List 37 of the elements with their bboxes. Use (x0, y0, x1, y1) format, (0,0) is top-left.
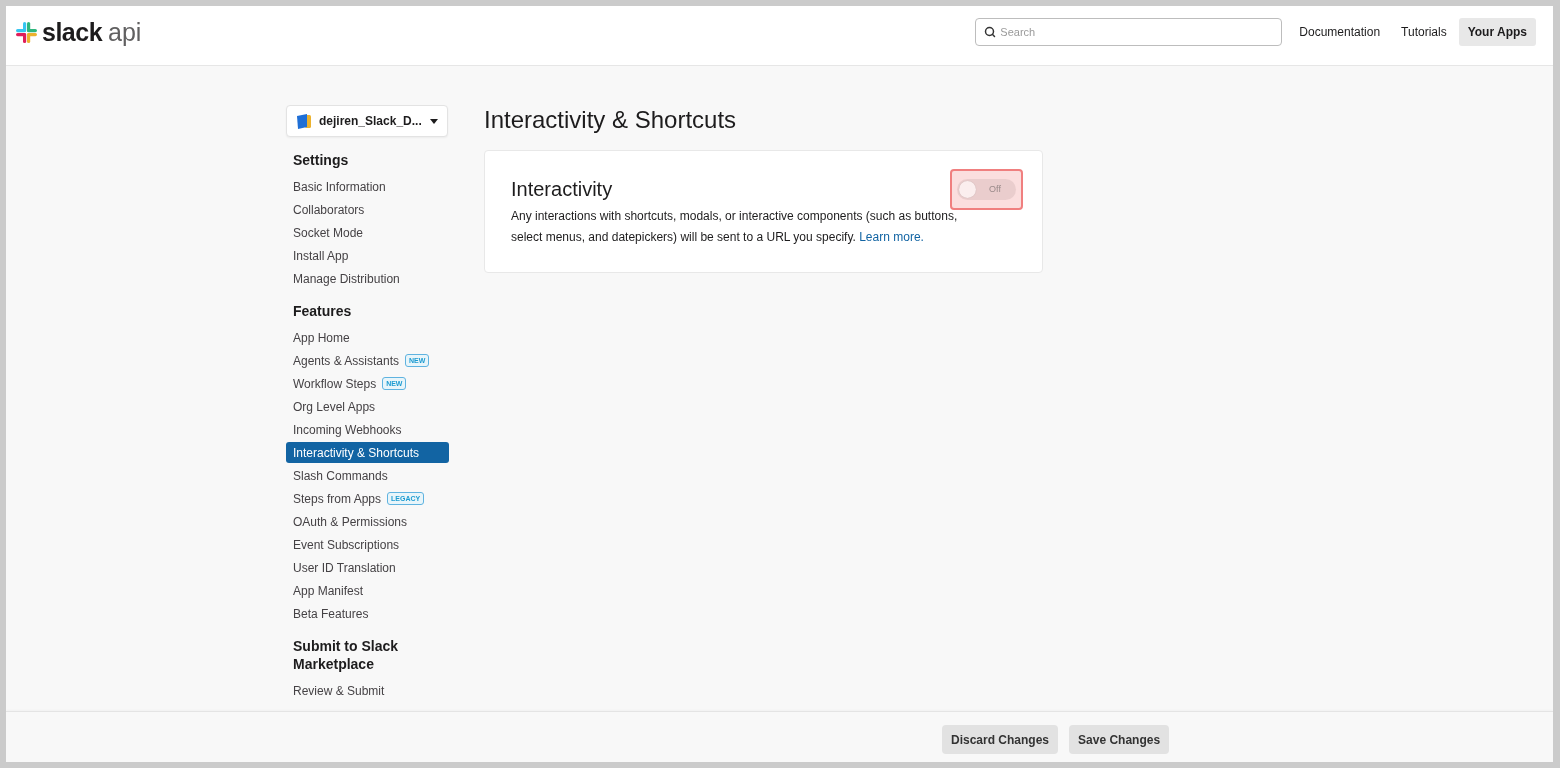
discard-button[interactable]: Discard Changes (942, 725, 1059, 754)
logo-icon (16, 21, 37, 43)
app-selector[interactable]: dejiren_Slack_D... (286, 105, 448, 137)
sidebar-item[interactable]: Basic Information (286, 176, 449, 197)
sidebar-item[interactable]: Collaborators (286, 199, 449, 220)
sidebar-item[interactable]: OAuth & Permissions (286, 511, 449, 532)
card-title: Interactivity (511, 178, 613, 200)
switch-knob (959, 180, 976, 198)
sidebar-item[interactable]: Beta Features (286, 603, 449, 624)
sidebar-item[interactable]: App Manifest (286, 580, 449, 601)
learn-more-link[interactable]: Learn more. (859, 230, 924, 244)
sidebar-item[interactable]: Event Subscriptions (286, 534, 449, 555)
caret-icon (430, 118, 438, 124)
nav-link[interactable]: Your Apps (1458, 18, 1536, 46)
section-title: Settings (292, 151, 350, 169)
search-field[interactable]: Search (975, 18, 1283, 46)
sidebar-item[interactable]: Manage Distribution (286, 268, 449, 289)
description-text: Any interactions with shortcuts, modals, or interactive components (such as buttons, select menus, and datepickers) will be sent to a URL you specify. Learn more. (511, 208, 959, 246)
nav-link[interactable]: Tutorials (1392, 18, 1456, 46)
sidebar-item[interactable]: Interactivity & Shortcuts (286, 442, 449, 463)
save-button[interactable]: Save Changes (1069, 725, 1170, 754)
section-title: Submit to Slack Marketplace (292, 637, 400, 673)
search-icon (984, 26, 997, 38)
sidebar-item[interactable]: Review & Submit (286, 680, 449, 701)
sidebar-item[interactable]: Install App (286, 245, 449, 266)
logo-text: slack (42, 17, 103, 47)
section-title: Features (292, 302, 353, 320)
sidebar-item[interactable]: Socket Mode (286, 222, 449, 243)
logo-suffix: api (108, 17, 142, 47)
page-title: Interactivity & Shortcuts (484, 105, 738, 135)
sidebar-item[interactable]: Org Level Apps (286, 396, 449, 417)
sidebar-item[interactable]: Incoming Webhooks (286, 419, 449, 440)
sidebar-item[interactable]: App Home (286, 327, 449, 348)
nav-link[interactable]: Documentation (1290, 18, 1390, 46)
app-icon (296, 113, 312, 129)
sidebar-item[interactable]: User ID Translation (286, 557, 449, 578)
sidebar-item[interactable]: Slash Commands (286, 465, 449, 486)
